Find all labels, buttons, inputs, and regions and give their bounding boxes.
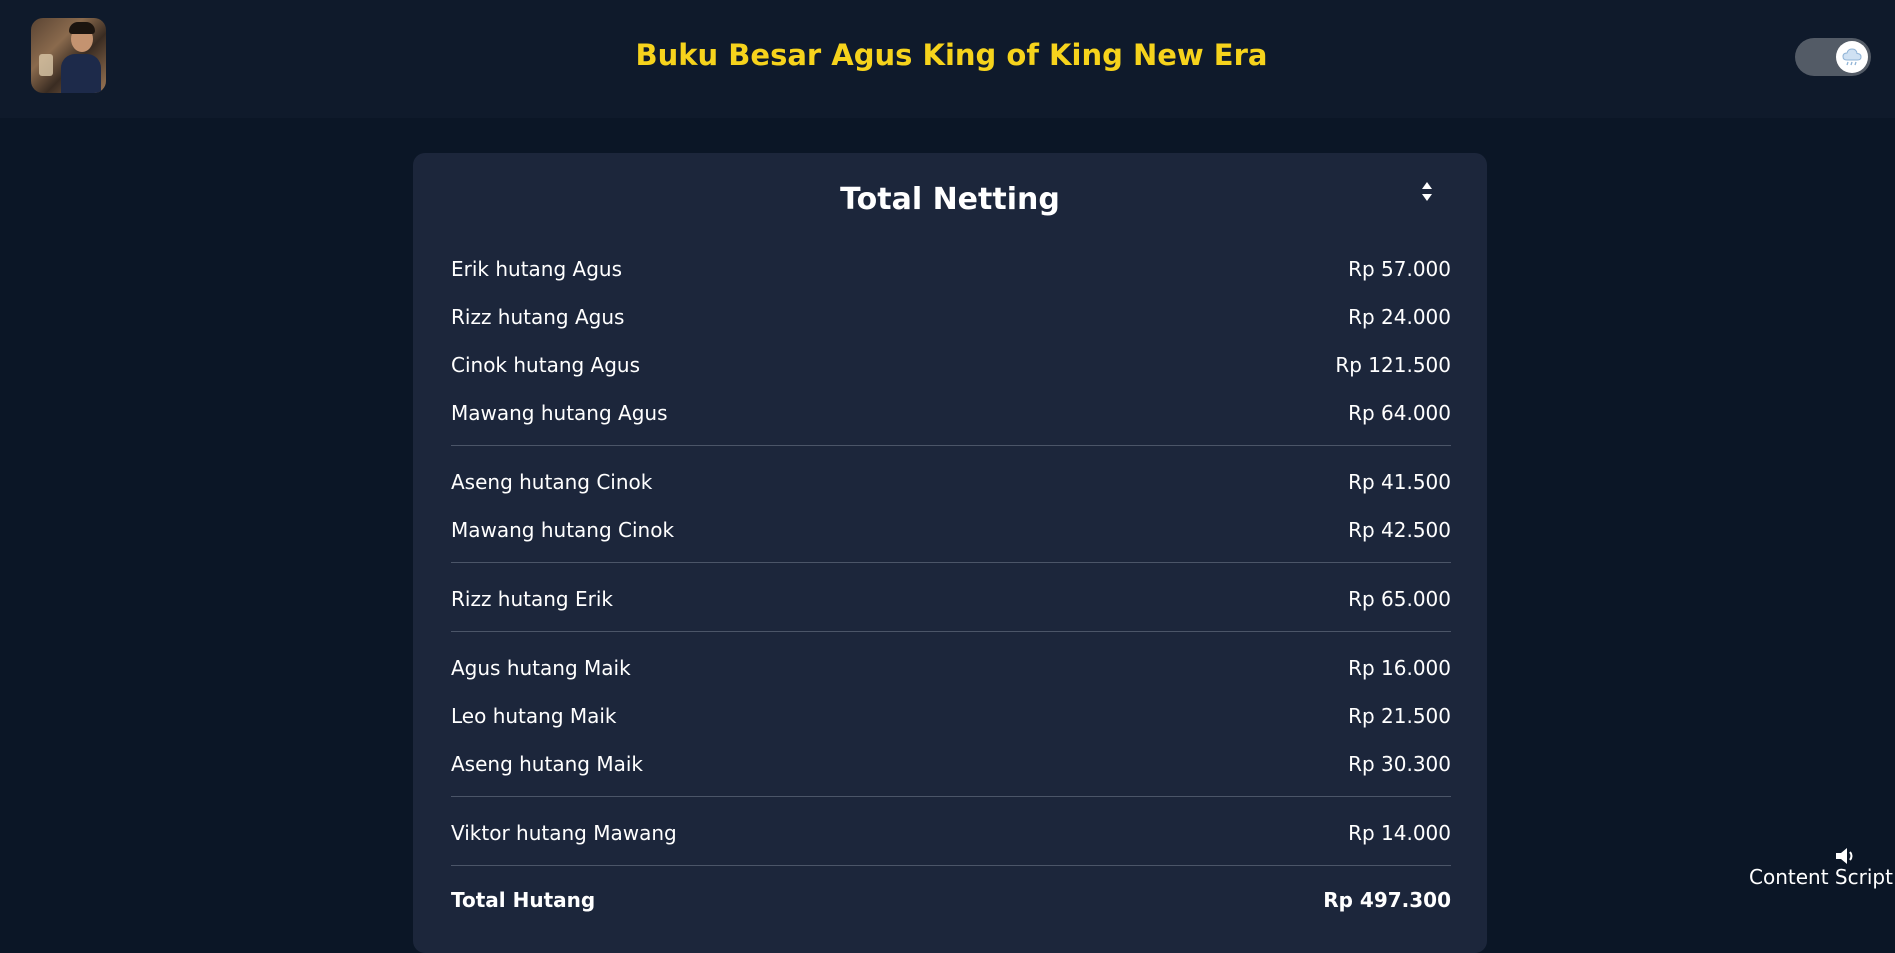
debt-label: Viktor hutang Mawang bbox=[451, 821, 677, 845]
content-script-label: Content Script bbox=[1749, 865, 1893, 889]
list-item: Aseng hutang Cinok Rp 41.500 bbox=[451, 470, 1451, 500]
list-item: Mawang hutang Cinok Rp 42.500 bbox=[451, 518, 1451, 548]
cloud-icon bbox=[1842, 48, 1862, 66]
list-item: Rizz hutang Erik Rp 65.000 bbox=[451, 587, 1451, 617]
debt-amount: Rp 30.300 bbox=[1348, 752, 1451, 776]
debt-label: Mawang hutang Cinok bbox=[451, 518, 675, 542]
debt-amount: Rp 64.000 bbox=[1348, 401, 1451, 425]
page-title: Buku Besar Agus King of King New Era bbox=[635, 38, 1268, 72]
debt-label: Rizz hutang Agus bbox=[451, 305, 625, 329]
debt-amount: Rp 24.000 bbox=[1348, 305, 1451, 329]
list-item: Erik hutang Agus Rp 57.000 bbox=[451, 257, 1451, 287]
debt-amount: Rp 42.500 bbox=[1348, 518, 1451, 542]
debt-label: Agus hutang Maik bbox=[451, 656, 631, 680]
content-script-widget[interactable]: Content Script bbox=[1745, 845, 1893, 895]
debt-label: Cinok hutang Agus bbox=[451, 353, 641, 377]
debt-amount: Rp 14.000 bbox=[1348, 821, 1451, 845]
divider bbox=[451, 865, 1451, 866]
list-item: Viktor hutang Mawang Rp 14.000 bbox=[451, 821, 1451, 851]
total-amount: Rp 497.300 bbox=[1323, 888, 1451, 912]
list-item: Mawang hutang Agus Rp 64.000 bbox=[451, 401, 1451, 431]
debt-amount: Rp 121.500 bbox=[1335, 353, 1451, 377]
debt-amount: Rp 41.500 bbox=[1348, 470, 1451, 494]
netting-card: Total Netting Erik hutang Agus Rp 57.000… bbox=[413, 153, 1487, 953]
debt-amount: Rp 21.500 bbox=[1348, 704, 1451, 728]
debt-label: Erik hutang Agus bbox=[451, 257, 623, 281]
toggle-knob[interactable] bbox=[1836, 41, 1868, 73]
list-item: Cinok hutang Agus Rp 121.500 bbox=[451, 353, 1451, 383]
top-bar: Buku Besar Agus King of King New Era bbox=[0, 0, 1895, 118]
list-item: Leo hutang Maik Rp 21.500 bbox=[451, 704, 1451, 734]
list-item: Agus hutang Maik Rp 16.000 bbox=[451, 656, 1451, 686]
total-row: Total Hutang Rp 497.300 bbox=[451, 888, 1451, 918]
list-item: Aseng hutang Maik Rp 30.300 bbox=[451, 752, 1451, 782]
theme-toggle[interactable] bbox=[1795, 38, 1871, 76]
card-title: Total Netting bbox=[840, 182, 1060, 217]
debt-label: Aseng hutang Maik bbox=[451, 752, 643, 776]
debt-label: Aseng hutang Cinok bbox=[451, 470, 653, 494]
debt-amount: Rp 16.000 bbox=[1348, 656, 1451, 680]
sort-updown-icon[interactable] bbox=[1417, 180, 1437, 210]
debt-amount: Rp 57.000 bbox=[1348, 257, 1451, 281]
debt-label: Mawang hutang Agus bbox=[451, 401, 668, 425]
divider bbox=[451, 631, 1451, 632]
divider bbox=[451, 796, 1451, 797]
speaker-icon[interactable] bbox=[1834, 845, 1860, 867]
divider bbox=[451, 562, 1451, 563]
debt-label: Leo hutang Maik bbox=[451, 704, 617, 728]
debt-amount: Rp 65.000 bbox=[1348, 587, 1451, 611]
list-item: Rizz hutang Agus Rp 24.000 bbox=[451, 305, 1451, 335]
total-label: Total Hutang bbox=[451, 888, 596, 912]
debt-label: Rizz hutang Erik bbox=[451, 587, 613, 611]
divider bbox=[451, 445, 1451, 446]
avatar-photo-detail bbox=[69, 22, 95, 34]
